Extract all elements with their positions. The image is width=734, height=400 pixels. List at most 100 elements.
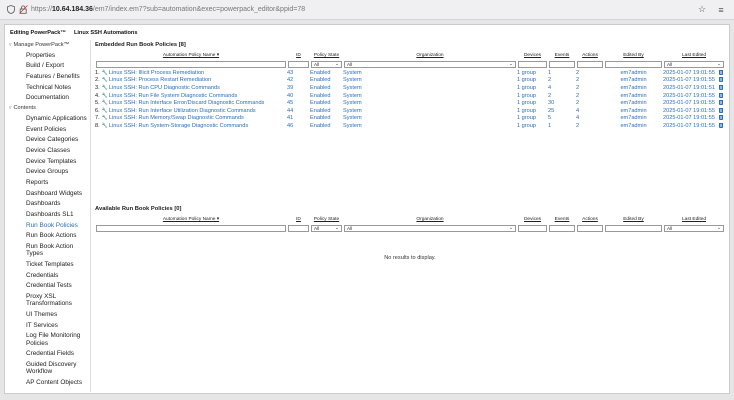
sidebar-item-properties[interactable]: Properties	[7, 50, 90, 61]
star-icon[interactable]: ☆	[697, 4, 707, 15]
cell-actions[interactable]: 4	[576, 107, 604, 115]
cell-editor[interactable]: em7admin	[604, 92, 663, 100]
cell-id[interactable]: 45	[287, 99, 310, 107]
policy-link[interactable]: Linux SSH: Run Interface Error/Discard D…	[109, 100, 264, 106]
policy-link[interactable]: Linux SSH: Run Interface Utilization Dia…	[109, 108, 256, 114]
sidebar-item-device-templates[interactable]: Device Templates	[7, 156, 90, 167]
filter-input-events[interactable]	[549, 224, 575, 232]
column-header-last-edited[interactable]: Last Edited	[663, 216, 725, 223]
cell-state[interactable]: Enabled	[310, 84, 343, 92]
cell-actions[interactable]: 2	[576, 69, 604, 77]
sidebar-item-dashboards-sl1[interactable]: Dashboards SL1	[7, 209, 90, 220]
filter-input-devices[interactable]	[518, 60, 547, 68]
cell-org[interactable]: System	[343, 84, 517, 92]
policy-link[interactable]: Linux SSH: Run File System Diagnostic Co…	[109, 93, 237, 99]
filter-input-id[interactable]	[288, 224, 309, 232]
wrench-icon[interactable]: 🔧	[102, 100, 108, 106]
cell-state[interactable]: Enabled	[310, 92, 343, 100]
cell-devices[interactable]: 1 group	[517, 122, 548, 130]
cell-editor[interactable]: em7admin	[604, 99, 663, 107]
column-header-id[interactable]: ID	[287, 52, 310, 59]
cell-devices[interactable]: 1 group	[517, 69, 548, 77]
policy-link[interactable]: Linux SSH: Run System-Storage Diagnostic…	[109, 123, 248, 129]
policy-link[interactable]: Linux SSH: Illicit Process Remediation	[109, 70, 204, 76]
column-header-policy-name[interactable]: Automation Policy Name ▾	[95, 52, 287, 59]
column-header-organization[interactable]: Organization	[343, 52, 517, 59]
cell-events[interactable]: 1	[548, 69, 576, 77]
cell-state[interactable]: Enabled	[310, 99, 343, 107]
cell-editor[interactable]: em7admin	[604, 122, 663, 130]
policy-link[interactable]: Linux SSH: Run Memory/Swap Diagnostic Co…	[109, 115, 244, 121]
filter-select-organization[interactable]: All ⌄	[344, 224, 516, 232]
wrench-icon[interactable]: 🔧	[102, 85, 108, 91]
cell-devices[interactable]: 1 group	[517, 92, 548, 100]
sidebar-item-dashboards[interactable]: Dashboards	[7, 199, 90, 210]
column-header-events[interactable]: Events	[548, 216, 576, 223]
sidebar-item-it-services[interactable]: IT Services	[7, 320, 90, 331]
cell-devices[interactable]: 1 group	[517, 84, 548, 92]
column-header-devices[interactable]: Devices	[517, 52, 548, 59]
cell-editor[interactable]: em7admin	[604, 69, 663, 77]
cell-state[interactable]: Enabled	[310, 115, 343, 123]
trash-icon[interactable]	[718, 85, 723, 90]
column-header-policy-state[interactable]: Policy State	[310, 52, 343, 59]
sidebar-item-technical-notes[interactable]: Technical Notes	[7, 82, 90, 93]
sidebar-item-device-categories[interactable]: Device Categories	[7, 135, 90, 146]
trash-icon[interactable]	[718, 92, 723, 98]
cell-events[interactable]: 2	[548, 77, 576, 85]
filter-input-edited-by[interactable]	[605, 60, 662, 68]
column-header-edited-by[interactable]: Edited By	[604, 52, 663, 59]
cell-state[interactable]: Enabled	[310, 77, 343, 85]
cell-id[interactable]: 42	[287, 77, 310, 85]
sidebar-item-credential-tests[interactable]: Credential Tests	[7, 281, 90, 292]
sidebar-section-contents[interactable]: Contents	[7, 103, 90, 113]
cell-state[interactable]: Enabled	[310, 122, 343, 130]
wrench-icon[interactable]: 🔧	[102, 108, 108, 114]
shield-icon[interactable]	[6, 5, 16, 15]
wrench-icon[interactable]: 🔧	[102, 115, 108, 121]
sidebar-item-guided-discovery-workflow[interactable]: Guided Discovery Workflow	[7, 359, 90, 377]
sidebar-item-dynamic-applications[interactable]: Dynamic Applications	[7, 113, 90, 124]
cell-actions[interactable]: 2	[576, 77, 604, 85]
cell-id[interactable]: 43	[287, 69, 310, 77]
cell-events[interactable]: 30	[548, 99, 576, 107]
cell-org[interactable]: System	[343, 122, 517, 130]
wrench-icon[interactable]: 🔧	[102, 70, 108, 76]
wrench-icon[interactable]: 🔧	[102, 93, 108, 99]
sidebar-item-run-book-actions[interactable]: Run Book Actions	[7, 231, 90, 242]
cell-id[interactable]: 39	[287, 84, 310, 92]
trash-icon[interactable]	[718, 100, 723, 106]
cell-actions[interactable]: 2	[576, 99, 604, 107]
column-header-organization[interactable]: Organization	[343, 216, 517, 223]
filter-input-policy-name[interactable]	[96, 60, 286, 68]
cell-editor[interactable]: em7admin	[604, 115, 663, 123]
sidebar-item-documentation[interactable]: Documentation	[7, 93, 90, 104]
cell-actions[interactable]: 2	[576, 84, 604, 92]
cell-devices[interactable]: 1 group	[517, 115, 548, 123]
cell-editor[interactable]: em7admin	[604, 77, 663, 85]
lock-warning-icon[interactable]	[18, 5, 28, 15]
column-header-id[interactable]: ID	[287, 216, 310, 223]
filter-input-edited-by[interactable]	[605, 224, 662, 232]
filter-input-id[interactable]	[288, 60, 309, 68]
cell-events[interactable]: 1	[548, 122, 576, 130]
filter-select-last-edited[interactable]: All ⌄	[664, 60, 724, 68]
cell-id[interactable]: 46	[287, 122, 310, 130]
cell-org[interactable]: System	[343, 92, 517, 100]
sidebar-item-credentials[interactable]: Credentials	[7, 270, 90, 281]
column-header-events[interactable]: Events	[548, 52, 576, 59]
trash-icon[interactable]	[718, 107, 723, 113]
cell-org[interactable]: System	[343, 77, 517, 85]
sidebar-item-ticket-templates[interactable]: Ticket Templates	[7, 259, 90, 270]
filter-select-policy-state[interactable]: All ⌄	[311, 60, 342, 68]
cell-devices[interactable]: 1 group	[517, 107, 548, 115]
column-header-policy-name[interactable]: Automation Policy Name ▾	[95, 216, 287, 223]
cell-state[interactable]: Enabled	[310, 69, 343, 77]
cell-events[interactable]: 2	[548, 92, 576, 100]
url-bar[interactable]: https://10.64.184.36/em7/index.em7?sub=a…	[31, 6, 305, 13]
trash-icon[interactable]	[718, 115, 723, 121]
column-header-edited-by[interactable]: Edited By	[604, 216, 663, 223]
sidebar-item-reports[interactable]: Reports	[7, 177, 90, 188]
menu-icon[interactable]: ≡	[716, 5, 726, 15]
cell-actions[interactable]: 2	[576, 122, 604, 130]
